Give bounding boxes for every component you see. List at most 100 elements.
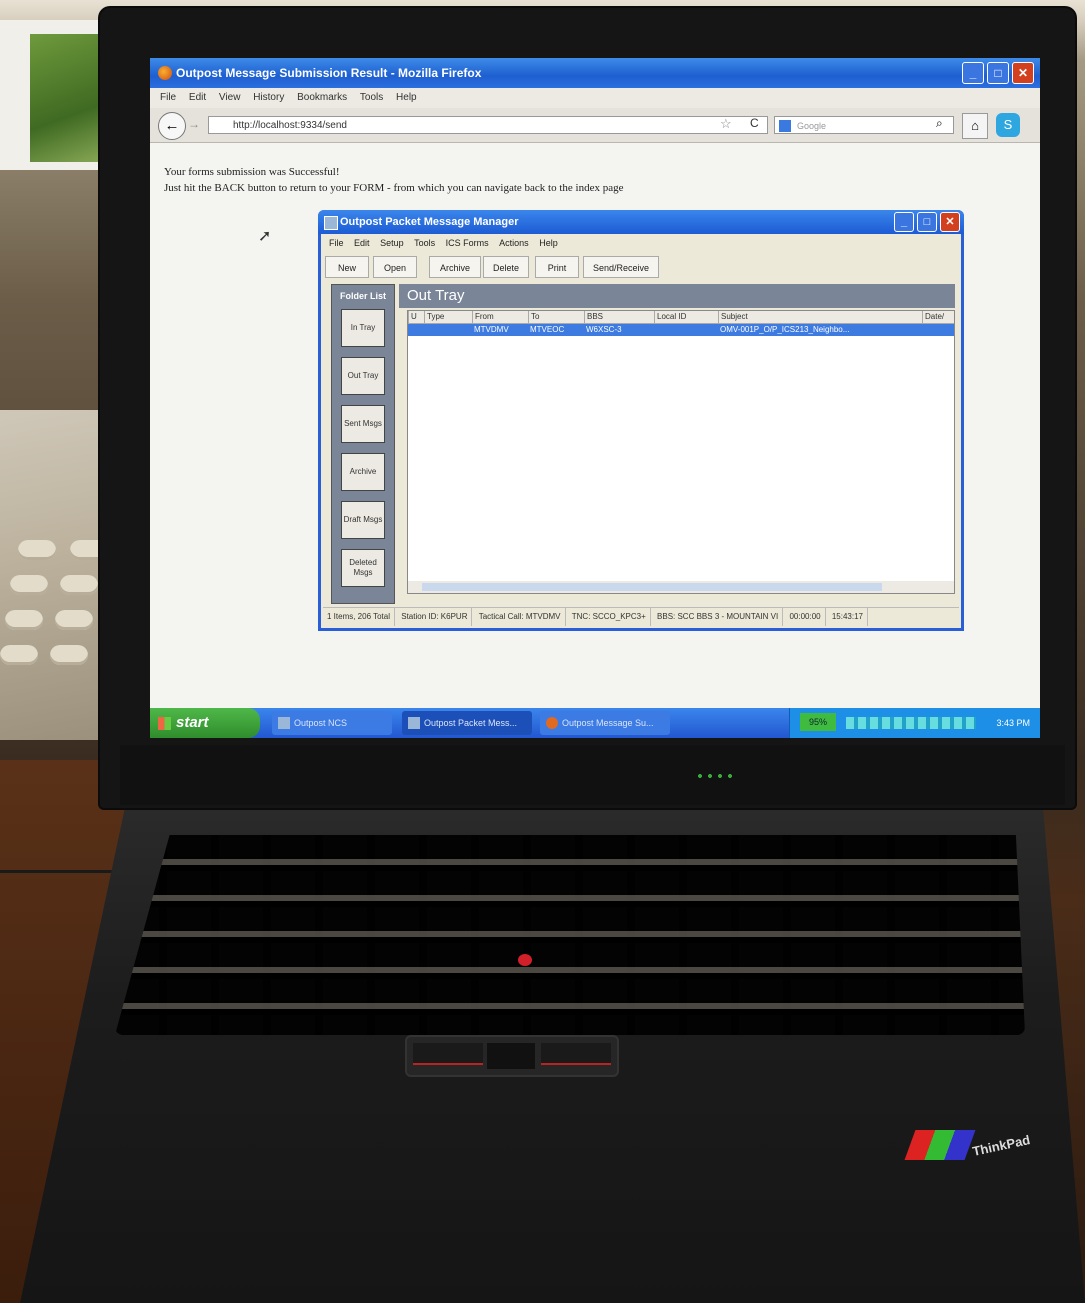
table-row[interactable]: MTVDMV MTVEOC W6XSC-3 OMV-001P_O/P_ICS21…	[408, 324, 954, 336]
google-icon	[779, 120, 791, 132]
row-bbs: W6XSC-3	[586, 325, 622, 334]
menu-tools[interactable]: Tools	[414, 238, 435, 248]
folder-draft-msgs[interactable]: Draft Msgs	[341, 501, 385, 539]
delete-button[interactable]: Delete	[483, 256, 529, 278]
col-type[interactable]: Type	[424, 311, 467, 323]
success-message: Your forms submission was Successful!	[164, 166, 340, 178]
menu-file[interactable]: File	[160, 88, 176, 108]
menu-help[interactable]: Help	[396, 88, 417, 108]
folder-sent-msgs[interactable]: Sent Msgs	[341, 405, 385, 443]
clock[interactable]: 3:43 PM	[996, 708, 1030, 738]
bookmark-star-icon[interactable]: ☆	[720, 116, 732, 132]
outpost-menubar: File Edit Setup Tools ICS Forms Actions …	[321, 234, 961, 252]
search-icon[interactable]: ⌕	[936, 116, 943, 131]
col-subject[interactable]: Subject	[718, 311, 887, 323]
col-u[interactable]: U	[408, 311, 423, 323]
screen: Outpost Message Submission Result - Mozi…	[150, 58, 1040, 738]
forward-button[interactable]: →	[188, 117, 200, 131]
new-button[interactable]: New	[325, 256, 369, 278]
outpost-statusbar: 1 Items, 206 Total Station ID: K6PUR Tac…	[323, 607, 959, 626]
row-from: MTVDMV	[474, 325, 509, 334]
start-label: start	[176, 714, 209, 731]
status-bbs: BBS: SCC BBS 3 - MOUNTAIN VI	[653, 608, 784, 626]
page-content: Your forms submission was Successful! Ju…	[164, 164, 623, 196]
reload-icon[interactable]: C	[750, 116, 759, 130]
minimize-icon[interactable]: _	[962, 62, 984, 84]
brand-text: ThinkPad	[971, 1132, 1032, 1159]
folder-list: Folder List In Tray Out Tray Sent Msgs A…	[331, 284, 395, 604]
col-bbs[interactable]: BBS	[584, 311, 653, 323]
taskbar: start Outpost NCS Outpost Packet Mess...…	[150, 708, 1040, 738]
skype-icon[interactable]: S	[996, 113, 1020, 137]
folder-in-tray[interactable]: In Tray	[341, 309, 385, 347]
task-label: Outpost Message Su...	[562, 718, 654, 728]
firefox-icon	[158, 66, 172, 80]
open-button[interactable]: Open	[373, 256, 417, 278]
tray-title: Out Tray	[399, 284, 955, 308]
url-field[interactable]: http://localhost:9334/send	[208, 116, 768, 134]
menu-actions[interactable]: Actions	[499, 238, 529, 248]
folder-list-header: Folder List	[339, 291, 386, 301]
folder-archive[interactable]: Archive	[341, 453, 385, 491]
col-date[interactable]: Date/	[922, 311, 955, 323]
status-time: 15:43:17	[828, 608, 868, 626]
firefox-title: Outpost Message Submission Result - Mozi…	[176, 66, 482, 80]
row-to: MTVEOC	[530, 325, 565, 334]
task-outpost-packet[interactable]: Outpost Packet Mess...	[402, 711, 532, 735]
menu-edit[interactable]: Edit	[354, 238, 370, 248]
start-button[interactable]: start	[150, 708, 260, 738]
scrollbar-thumb[interactable]	[422, 583, 882, 591]
status-leds	[695, 772, 735, 780]
battery-indicator[interactable]: 95%	[800, 713, 836, 731]
close-icon[interactable]: ✕	[1012, 62, 1034, 84]
search-field[interactable]: Google	[774, 116, 954, 134]
trackpoint	[518, 954, 532, 966]
folder-out-tray[interactable]: Out Tray	[341, 357, 385, 395]
back-button[interactable]: ←	[158, 112, 186, 140]
app-icon	[278, 717, 290, 729]
tray-icons[interactable]	[846, 717, 976, 729]
search-placeholder: Google	[797, 121, 827, 131]
windows-logo-icon	[158, 717, 171, 730]
outpost-title: Outpost Packet Message Manager	[340, 216, 519, 228]
row-subject: OMV-001P_O/P_ICS213_Neighbo...	[720, 325, 850, 334]
col-to[interactable]: To	[528, 311, 583, 323]
firefox-icon	[546, 717, 558, 729]
archive-button[interactable]: Archive	[429, 256, 481, 278]
system-tray: 95% 3:43 PM	[789, 708, 1040, 738]
send-receive-button[interactable]: Send/Receive	[583, 256, 659, 278]
menu-ics-forms[interactable]: ICS Forms	[446, 238, 489, 248]
lid-bezel-bottom	[120, 745, 1065, 805]
status-tnc: TNC: SCCO_KPC3+	[568, 608, 651, 626]
folder-deleted-msgs[interactable]: Deleted Msgs	[341, 549, 385, 587]
menu-history[interactable]: History	[253, 88, 284, 108]
menu-bookmarks[interactable]: Bookmarks	[297, 88, 347, 108]
menu-setup[interactable]: Setup	[380, 238, 404, 248]
message-list: U Type From To BBS Local ID Subject Date…	[407, 310, 955, 594]
menu-file[interactable]: File	[329, 238, 344, 248]
thinkpad-logo: ThinkPad	[904, 1120, 1040, 1170]
instruction-message: Just hit the BACK button to return to yo…	[164, 182, 624, 194]
status-timer: 00:00:00	[785, 608, 826, 626]
firefox-titlebar: Outpost Message Submission Result - Mozi…	[150, 58, 1040, 88]
navigation-bar: ← → http://localhost:9334/send ☆ C Googl…	[150, 108, 1040, 143]
task-outpost-ncs[interactable]: Outpost NCS	[272, 711, 392, 735]
home-button[interactable]: ⌂	[962, 113, 988, 139]
col-local-id[interactable]: Local ID	[654, 311, 717, 323]
task-outpost-message[interactable]: Outpost Message Su...	[540, 711, 670, 735]
menu-help[interactable]: Help	[539, 238, 558, 248]
print-button[interactable]: Print	[535, 256, 579, 278]
outpost-icon	[324, 216, 338, 230]
close-icon[interactable]: ✕	[940, 212, 960, 232]
minimize-icon[interactable]: _	[894, 212, 914, 232]
maximize-icon[interactable]: □	[987, 62, 1009, 84]
maximize-icon[interactable]: □	[917, 212, 937, 232]
status-tactical: Tactical Call: MTVDMV	[475, 608, 566, 626]
menu-edit[interactable]: Edit	[189, 88, 206, 108]
col-from[interactable]: From	[472, 311, 527, 323]
menu-tools[interactable]: Tools	[360, 88, 383, 108]
status-station: Station ID: K6PUR	[397, 608, 473, 626]
mouse-cursor-icon: ➚	[258, 228, 272, 245]
menu-view[interactable]: View	[219, 88, 241, 108]
horizontal-scrollbar[interactable]	[408, 581, 954, 593]
